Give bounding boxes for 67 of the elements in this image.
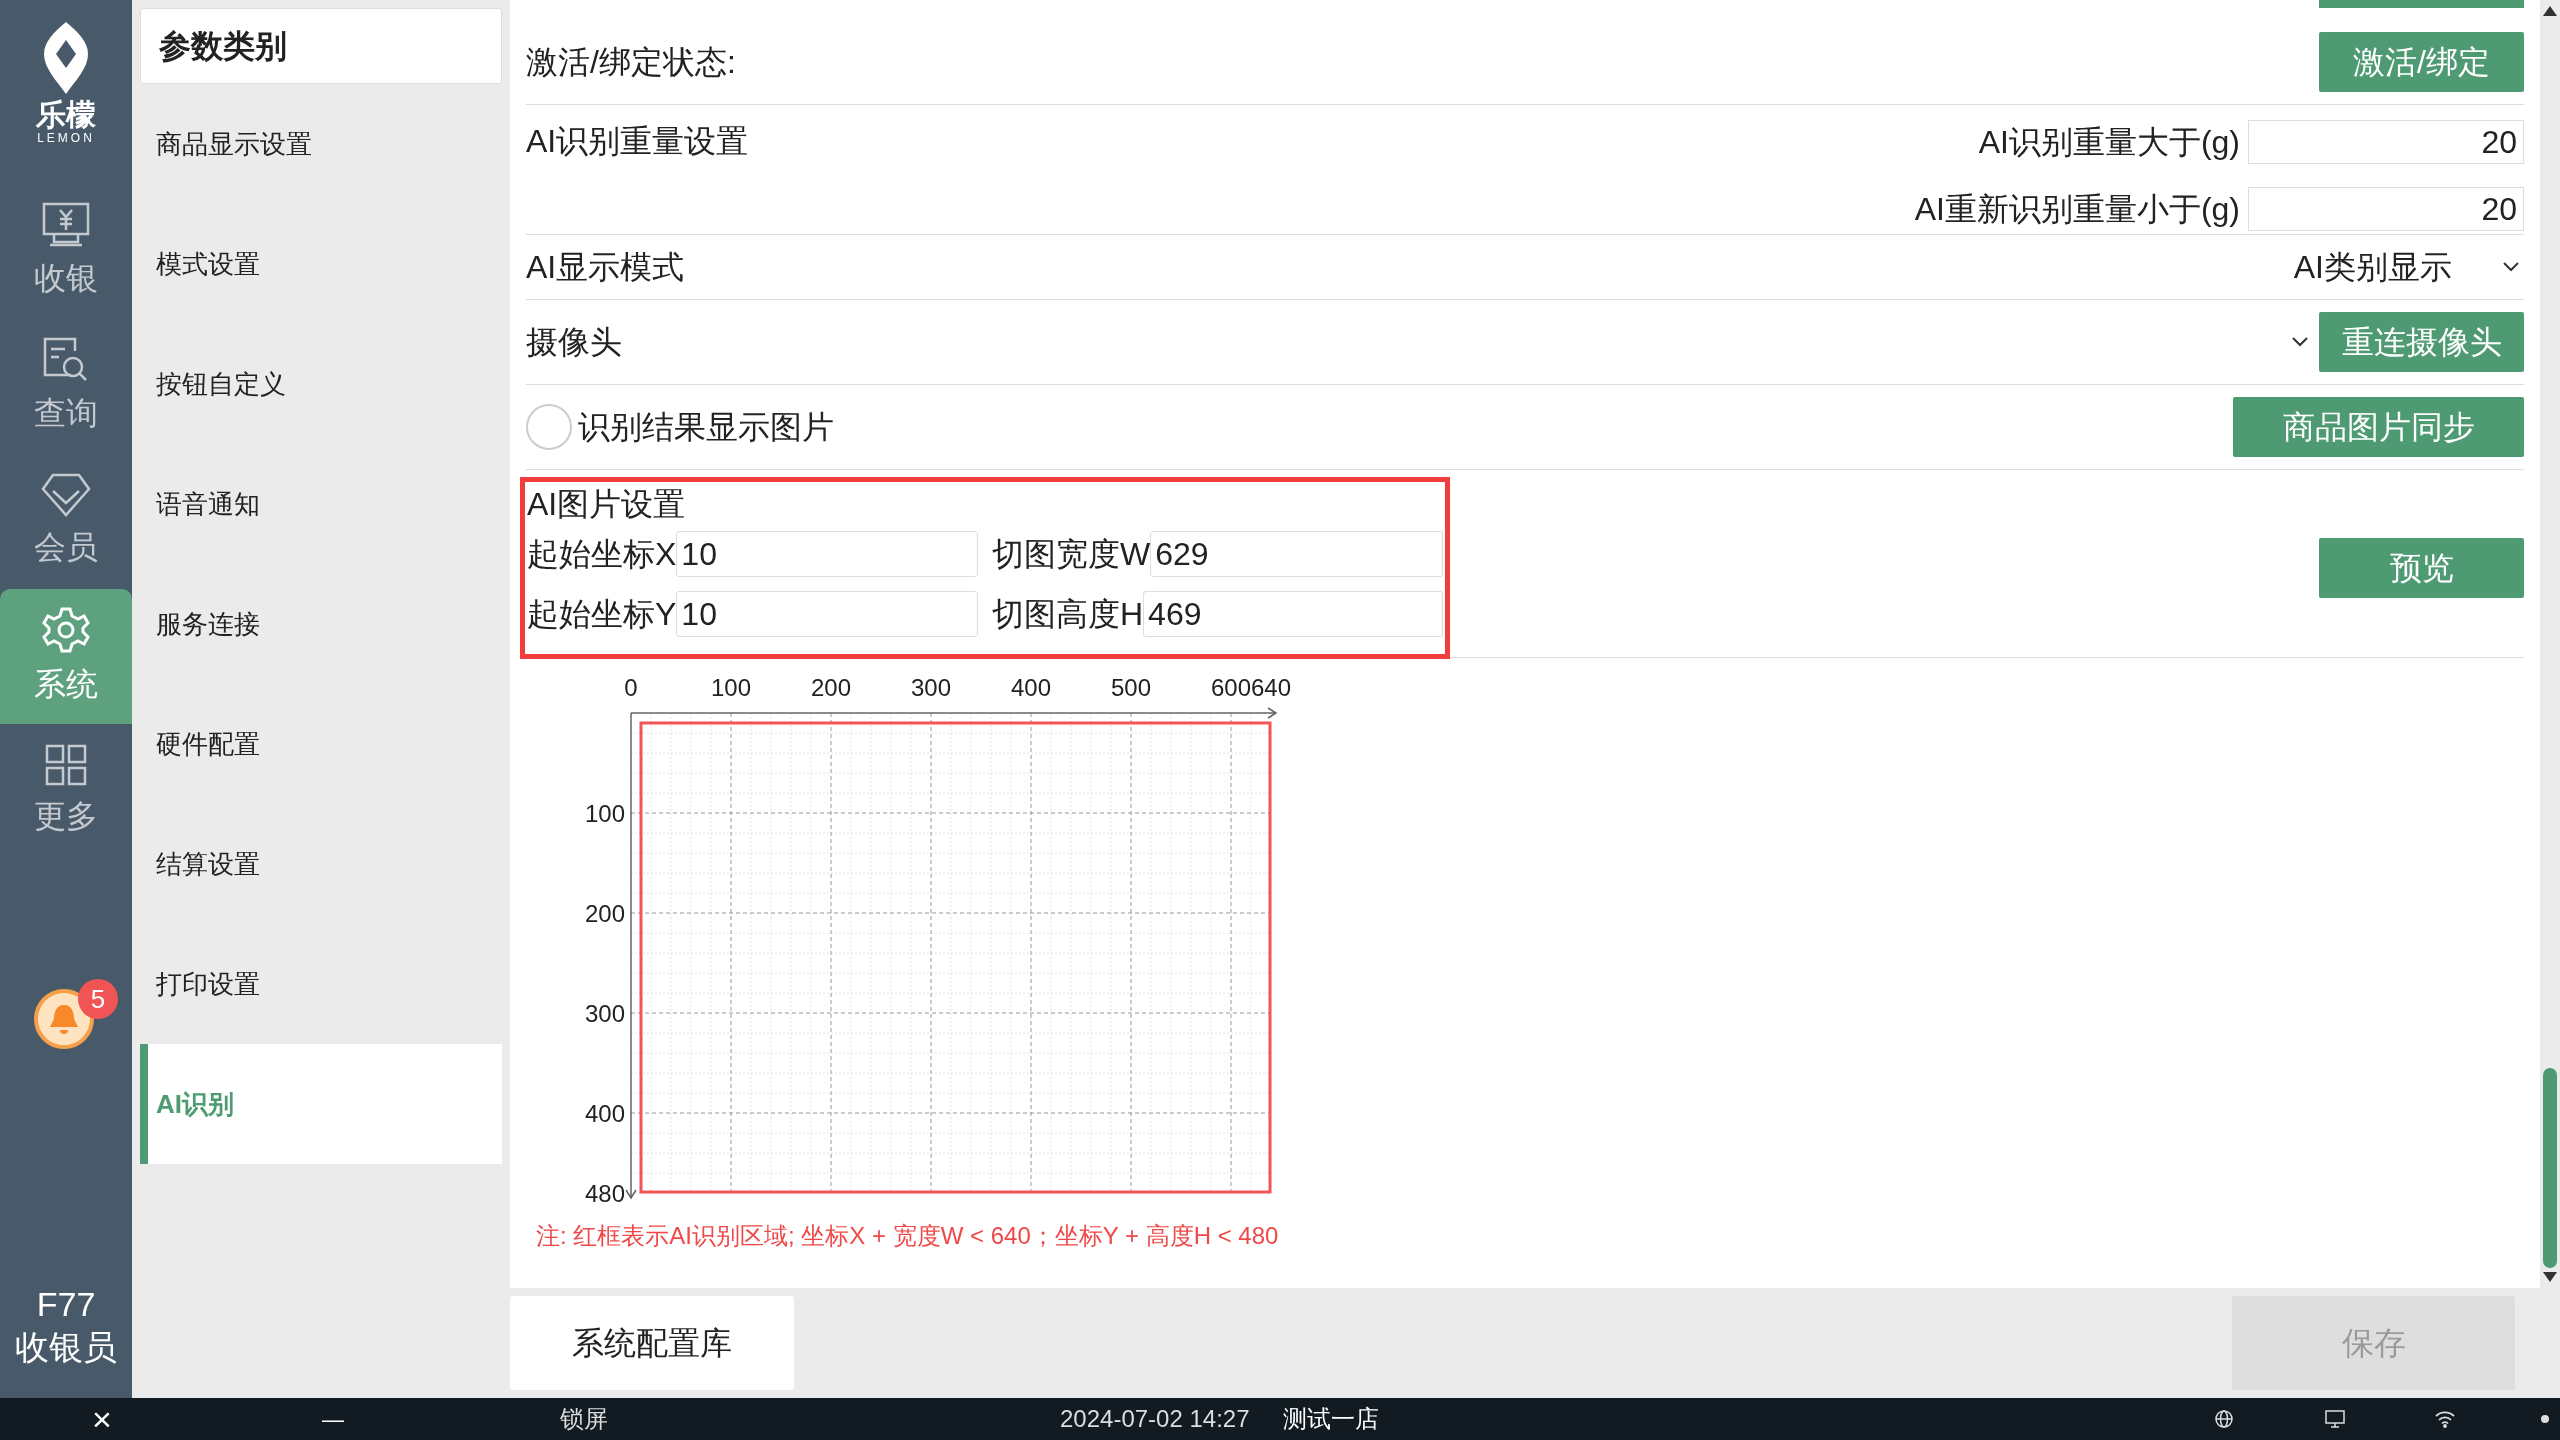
field-label: AI显示模式 — [526, 248, 685, 287]
axis-tick-label: 500 — [1111, 674, 1151, 701]
field-label: 激活/绑定状态: — [526, 43, 736, 82]
axis-tick-label: 300 — [911, 674, 951, 701]
lock-screen-button[interactable]: 锁屏 — [560, 1398, 608, 1440]
settings-icon — [42, 605, 90, 654]
nav-tab[interactable]: 更多 — [0, 724, 132, 859]
diamond-icon — [41, 472, 91, 517]
weight-input[interactable]: 20 — [2248, 186, 2524, 231]
checkbox-label: 识别结果显示图片 — [578, 408, 834, 447]
axis-tick-label: 200 — [584, 900, 625, 927]
radio-button[interactable] — [526, 404, 572, 450]
coordinate-input[interactable]: 10 — [676, 530, 978, 577]
category-item[interactable]: 模式设置 — [140, 204, 502, 324]
category-item[interactable]: 按钮自定义 — [140, 324, 502, 444]
field-label: 摄像头 — [526, 323, 622, 362]
category-item[interactable]: 硬件配置 — [140, 684, 502, 804]
axis-tick-label: 100 — [584, 800, 625, 827]
category-item[interactable]: 商品显示设置 — [140, 84, 502, 204]
display-mode-dropdown[interactable]: AI类别显示 — [2293, 243, 2524, 291]
axis-tick-label: 400 — [584, 1100, 625, 1127]
category-header: 参数类别 — [140, 8, 502, 84]
scrollbar-thumb[interactable] — [2543, 1068, 2557, 1268]
category-item[interactable]: 结算设置 — [140, 804, 502, 924]
logo-subtitle: LEMON — [37, 132, 95, 144]
status-dot-icon — [2540, 1414, 2550, 1424]
axis-tick-label: 200 — [811, 674, 851, 701]
minimize-button[interactable]: — — [322, 1398, 344, 1440]
monitor-yen-icon — [40, 201, 92, 248]
close-button[interactable]: × — [92, 1398, 112, 1440]
category-item[interactable]: 服务连接 — [140, 564, 502, 684]
coordinate-input[interactable]: 10 — [676, 590, 978, 637]
field-label: 起始坐标X — [527, 534, 677, 574]
grid-icon — [45, 743, 87, 786]
weight-input[interactable]: 20 — [2248, 120, 2524, 165]
field-label: 起始坐标Y — [527, 594, 677, 634]
user-code: F77 — [36, 1284, 96, 1325]
field-label: AI重新识别重量小于(g) — [1914, 189, 2240, 229]
axis-tick-label: 480 — [584, 1180, 625, 1207]
notification-badge: 5 — [78, 979, 118, 1019]
nav-tab[interactable]: 查询 — [0, 319, 132, 454]
section-label: AI识别重量设置 — [526, 122, 749, 161]
axis-tick-label: 600 — [1211, 674, 1251, 701]
coordinate-input[interactable]: 629 — [1150, 530, 1443, 577]
category-item[interactable]: 打印设置 — [140, 924, 502, 1044]
config-library-button[interactable]: 系统配置库 — [510, 1296, 794, 1390]
logo-text: 乐檬 — [36, 100, 96, 130]
nav-tab[interactable]: 会员 — [0, 454, 132, 589]
axis-tick-label: 100 — [711, 674, 751, 701]
store-name: 测试一店 — [1283, 1404, 1379, 1434]
field-label: 切图高度H — [992, 594, 1144, 634]
field-label: AI识别重量大于(g) — [1977, 123, 2240, 163]
axis-tick-label: 300 — [584, 1000, 625, 1027]
note-text: 注: 红框表示AI识别区域; 坐标X + 宽度W < 640；坐标Y + 高度H < 480 — [536, 1221, 1280, 1251]
user-role: 收银员 — [15, 1326, 117, 1368]
date-time: 2024-07-02 14:27 — [1060, 1404, 1250, 1434]
section-label: AI图片设置 — [527, 484, 687, 524]
category-item[interactable]: 语音通知 — [140, 444, 502, 564]
nav-tab[interactable]: 收银 — [0, 184, 132, 319]
axis-tick-label: 0 — [624, 674, 638, 701]
field-label: 切图宽度W — [992, 534, 1151, 574]
chevron-down-icon — [2502, 261, 2520, 273]
axis-tick-label: 400 — [1011, 674, 1051, 701]
camera-dropdown[interactable] — [2291, 336, 2309, 348]
axis-tick-label: 640 — [1251, 674, 1291, 701]
bell-icon[interactable] — [34, 989, 94, 1049]
coordinate-input[interactable]: 469 — [1143, 590, 1443, 637]
